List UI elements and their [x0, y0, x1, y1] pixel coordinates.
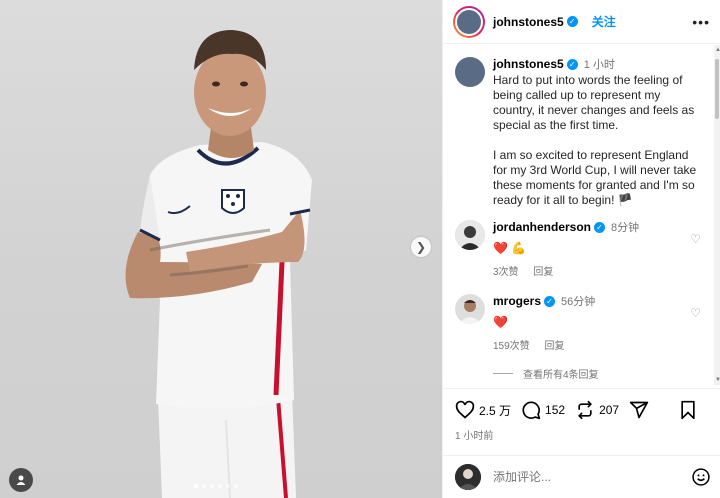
- instagram-post-modal: ❯ johnstones5 ✓ 关注 ••• johnstones5 ✓ 1 小时: [0, 0, 720, 498]
- comment-composer: [443, 455, 720, 498]
- comment-reply-button[interactable]: 回复: [533, 267, 553, 278]
- comment-item: jordanhenderson ✓ 8分钟 ❤️ 💪 3次赞 回复 ♡: [443, 220, 713, 280]
- scroll-down-icon[interactable]: ▼: [715, 377, 720, 383]
- comment-username[interactable]: mrogers: [493, 294, 541, 308]
- scroll-up-icon[interactable]: ▲: [715, 47, 720, 53]
- carousel-dot: [194, 484, 198, 488]
- author-avatar: [455, 7, 483, 36]
- comment-time: 8分钟: [611, 222, 640, 234]
- comment-input[interactable]: [493, 470, 663, 484]
- bookmark-icon: [681, 400, 695, 420]
- scrollbar-thumb[interactable]: [715, 59, 719, 119]
- caption-block: johnstones5 ✓ 1 小时 Hard to put into words …: [443, 45, 713, 208]
- view-all-replies-button[interactable]: 查看所有4条回复: [443, 366, 713, 381]
- comment-like-icon[interactable]: ♡: [690, 306, 701, 320]
- follow-button[interactable]: 关注: [592, 13, 616, 30]
- feed-scrollbar[interactable]: ▲ ▼: [714, 45, 720, 385]
- tagged-users-button[interactable]: [9, 468, 33, 492]
- comments-feed[interactable]: johnstones5 ✓ 1 小时 Hard to put into words …: [443, 45, 713, 385]
- author-avatar-small[interactable]: [455, 57, 485, 87]
- post-header: johnstones5 ✓ 关注 •••: [443, 0, 720, 44]
- carousel-dot: [226, 484, 230, 488]
- save-button[interactable]: [679, 400, 701, 420]
- send-icon: [629, 401, 649, 419]
- carousel-dot: [234, 484, 238, 488]
- user-icon: [16, 475, 26, 485]
- repost-icon: [578, 400, 593, 420]
- like-count: 2.5 万: [479, 403, 512, 418]
- player-photo: [125, 30, 312, 498]
- like-button[interactable]: 2.5 万: [455, 400, 511, 420]
- current-user-avatar[interactable]: [455, 464, 481, 490]
- carousel-dot: [210, 484, 214, 488]
- next-image-button[interactable]: ❯: [411, 237, 431, 257]
- verified-badge-icon: ✓: [566, 16, 578, 27]
- commenter-avatar[interactable]: [455, 220, 485, 250]
- comment-like-icon[interactable]: ♡: [690, 232, 701, 246]
- comment-likes[interactable]: 159次赞: [493, 341, 530, 352]
- comment-text: ❤️ 💪: [493, 241, 527, 255]
- caption-text: Hard to put into words the feeling of be…: [493, 73, 697, 207]
- verified-badge-icon: ✓: [544, 296, 556, 308]
- verified-badge-icon: ✓: [566, 59, 578, 71]
- carousel-indicators: [194, 484, 238, 488]
- comment-time: 56分钟: [561, 296, 596, 308]
- post-side-panel: johnstones5 ✓ 关注 ••• johnstones5 ✓ 1 小时 Ha…: [442, 0, 720, 498]
- comment-item: mrogers ✓ 56分钟 ❤️ 159次赞 回复 ♡: [443, 294, 713, 354]
- caption-time: 1 小时: [583, 59, 615, 71]
- view-all-replies-label: 查看所有4条回复: [523, 370, 599, 381]
- heart-icon: [455, 400, 475, 419]
- share-button[interactable]: [629, 400, 653, 420]
- comment-reply-button[interactable]: 回复: [544, 341, 564, 352]
- commenter-avatar[interactable]: [455, 294, 485, 324]
- carousel-dot: [202, 484, 206, 488]
- author-username[interactable]: johnstones5: [493, 15, 564, 29]
- comment-count: 152: [545, 403, 566, 417]
- verified-badge-icon: ✓: [594, 222, 606, 234]
- comment-button[interactable]: 152: [521, 400, 565, 420]
- caption-username[interactable]: johnstones5: [493, 57, 564, 71]
- comment-likes[interactable]: 3次赞: [493, 267, 519, 278]
- author-avatar-ring[interactable]: [453, 5, 485, 38]
- post-actions: 2.5 万 152 207 1 小时前: [443, 388, 720, 446]
- repost-button[interactable]: 207: [575, 400, 619, 420]
- comment-username[interactable]: jordanhenderson: [493, 220, 591, 234]
- emoji-icon[interactable]: [691, 467, 711, 487]
- carousel-dot: [218, 484, 222, 488]
- comment-text: ❤️: [493, 315, 508, 329]
- post-timestamp: 1 小时前: [455, 431, 494, 442]
- repost-count: 207: [599, 403, 620, 417]
- more-options-icon[interactable]: •••: [692, 14, 710, 30]
- post-photo[interactable]: ❯: [0, 0, 442, 498]
- chevron-right-icon: ❯: [415, 240, 427, 254]
- comment-icon: [522, 401, 541, 420]
- replies-divider: [493, 373, 513, 374]
